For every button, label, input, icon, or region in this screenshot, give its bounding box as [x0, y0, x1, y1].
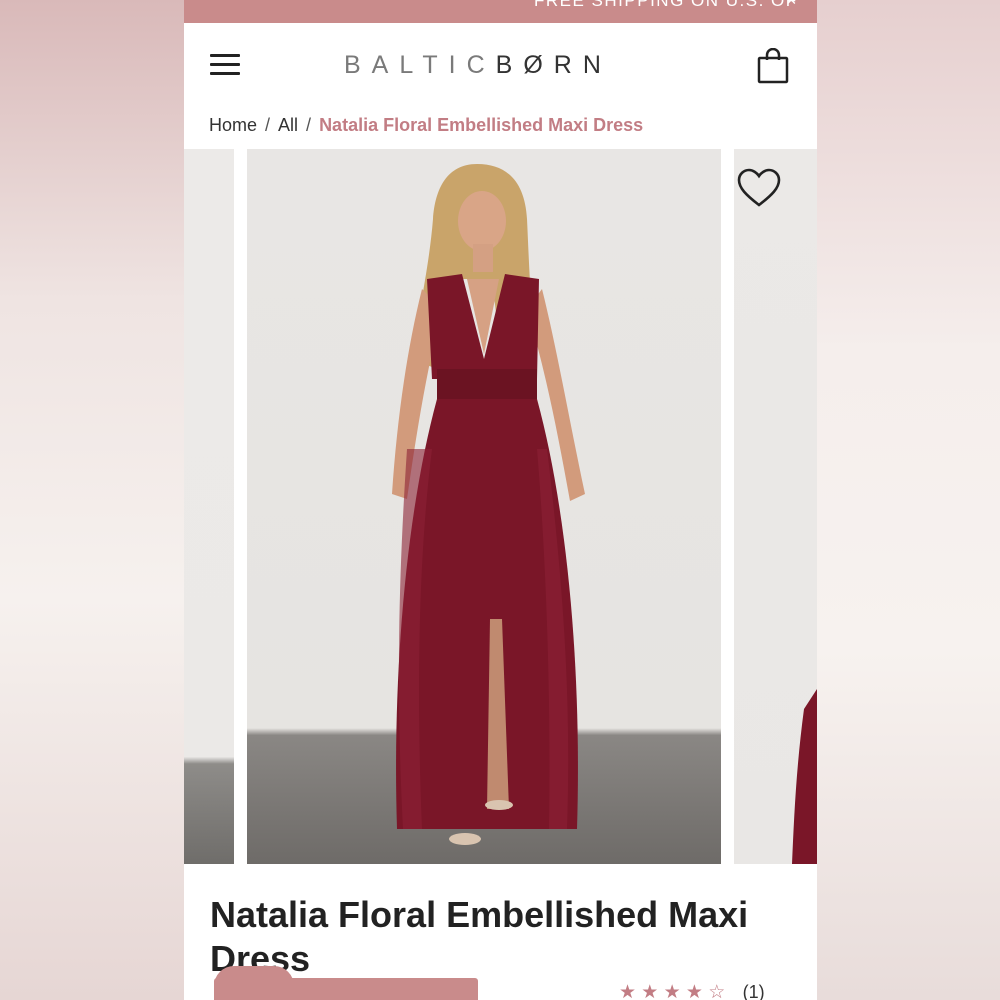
breadcrumb-home[interactable]: Home	[209, 115, 257, 135]
shopping-bag-icon[interactable]	[757, 48, 789, 84]
breadcrumb: Home / All / Natalia Floral Embellished Maxi…	[209, 115, 643, 136]
star-icon-empty: ☆	[708, 982, 726, 1000]
logo-text-dark: BØRN	[495, 51, 612, 79]
product-page: FREE SHIPPING ON U.S. OF × BALTICBØRN Ho…	[184, 0, 817, 1000]
breadcrumb-separator: /	[265, 115, 271, 135]
next-slide-preview	[792, 689, 817, 864]
review-count[interactable]: (1)	[743, 982, 765, 1000]
price-overlay	[214, 978, 478, 1000]
background-left	[0, 0, 184, 1000]
product-title: Natalia Floral Embellished Maxi Dress	[210, 894, 749, 979]
promo-banner: FREE SHIPPING ON U.S. OF ×	[184, 0, 817, 23]
heart-icon[interactable]	[736, 167, 782, 209]
product-gallery[interactable]	[184, 149, 817, 864]
star-icons-filled: ★ ★ ★ ★	[619, 982, 703, 1000]
breadcrumb-current: Natalia Floral Embellished Maxi Dress	[319, 115, 644, 135]
star-rating[interactable]: ★ ★ ★ ★ ☆ (1)	[619, 981, 765, 1000]
brand-logo[interactable]: BALTICBØRN	[344, 51, 612, 80]
site-header: BALTICBØRN	[184, 23, 817, 105]
breadcrumb-all[interactable]: All	[278, 115, 298, 135]
gallery-slide-previous[interactable]	[184, 149, 234, 864]
promo-text: FREE SHIPPING ON U.S. OF	[534, 0, 798, 10]
menu-icon[interactable]	[210, 54, 240, 76]
logo-text-light: BALTIC	[344, 51, 496, 79]
background-right	[817, 0, 1000, 1000]
gallery-slide-next[interactable]	[734, 149, 817, 864]
product-model-image	[392, 164, 585, 845]
close-icon[interactable]: ×	[786, 0, 797, 11]
breadcrumb-separator: /	[306, 115, 312, 135]
gallery-slide-main[interactable]	[247, 149, 721, 864]
